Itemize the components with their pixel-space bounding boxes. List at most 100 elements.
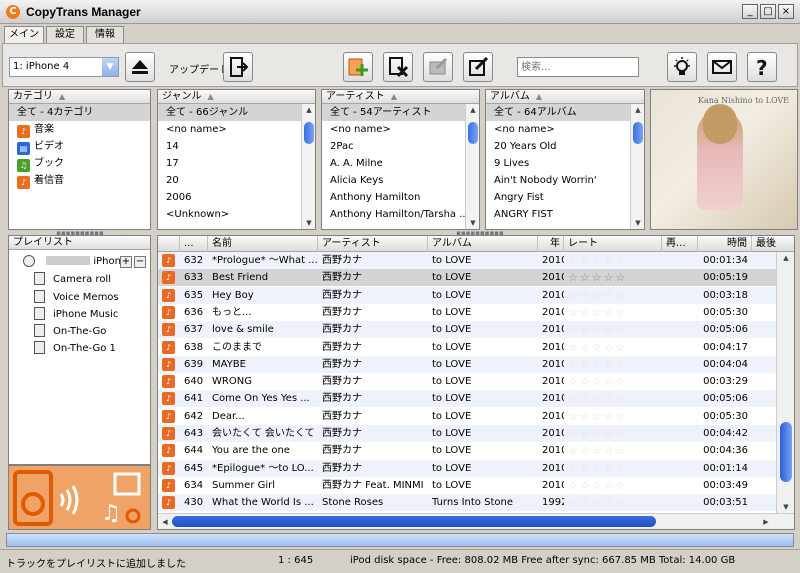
genre-item[interactable]: 2006 (158, 189, 315, 206)
scroll-down-icon[interactable]: ▼ (467, 217, 479, 229)
table-row[interactable]: ♪ 632 *Prologue* ～What ... 西野カナ to LOVE 2010 ☆… (158, 252, 778, 269)
column-icon[interactable] (158, 236, 180, 252)
minimize-button[interactable]: _ (742, 4, 758, 19)
table-row[interactable]: ♪ 637 love & smile 西野カナ to LOVE 2010 ☆☆☆☆☆ 00:0… (158, 321, 778, 339)
eject-button[interactable] (125, 52, 155, 82)
search-input[interactable] (517, 57, 639, 77)
artist-item[interactable]: <no name> (322, 121, 479, 138)
rating-stars-icon[interactable]: ☆☆☆☆☆ (568, 462, 627, 475)
album-item[interactable]: 20 Years Old (486, 138, 644, 155)
table-row[interactable]: ♪ 644 You are the one 西野カナ to LOVE 2010 ☆☆☆☆☆ 0… (158, 442, 778, 459)
table-row[interactable]: ♪ 633 Best Friend 西野カナ to LOVE 2010 ☆☆☆☆☆ 00:05… (158, 269, 778, 287)
contact-button[interactable] (707, 52, 737, 82)
playlist-item-voice-memos[interactable]: Voice Memos (34, 290, 119, 306)
tracks-horizontal-scrollbar[interactable]: ◀ ▶ (158, 513, 794, 529)
artist-item[interactable]: A. A. Milne (322, 155, 479, 172)
genre-header[interactable]: ジャンル ▲ (158, 90, 315, 104)
scroll-down-icon[interactable]: ▼ (303, 217, 315, 229)
category-item-video[interactable]: ▤ ビデオ (9, 138, 150, 155)
tips-button[interactable] (667, 52, 697, 82)
category-item-all[interactable]: 全て - 4カテゴリ (9, 104, 150, 121)
scroll-down-icon[interactable]: ▼ (632, 217, 644, 229)
table-row[interactable]: ♪ 639 MAYBE 西野カナ to LOVE 2010 ☆☆☆☆☆ 00:04:04 (158, 355, 778, 373)
column-name[interactable]: 名前 (208, 236, 318, 252)
genre-item[interactable]: 全て - 66ジャンル (158, 104, 315, 121)
close-button[interactable]: × (778, 4, 794, 19)
rating-stars-icon[interactable]: ☆☆☆☆☆ (568, 341, 627, 354)
rating-stars-icon[interactable]: ☆☆☆☆☆ (568, 496, 627, 509)
artist-header[interactable]: アーティスト ▲ (322, 90, 479, 104)
add-tracks-button[interactable] (343, 52, 373, 82)
column-rating[interactable]: レート (564, 236, 662, 252)
scroll-thumb[interactable] (633, 122, 643, 144)
album-item[interactable]: 9 Lives (486, 155, 644, 172)
category-item-ringtone[interactable]: ♪ 着信音 (9, 172, 150, 189)
device-select[interactable]: 1: iPhone 4 ▼ (9, 57, 119, 77)
rating-stars-icon[interactable]: ☆☆☆☆☆ (568, 375, 627, 388)
scroll-left-icon[interactable]: ◀ (159, 516, 171, 528)
table-row[interactable]: ♪ 640 WRONG 西野カナ to LOVE 2010 ☆☆☆☆☆ 00:03:29 (158, 373, 778, 390)
table-row[interactable]: ♪ 634 Summer Girl 西野カナ Feat. MINMI to LOVE 20… (158, 477, 778, 494)
genre-item[interactable]: <no name> (158, 121, 315, 138)
playlist-item-on-the-go[interactable]: On-The-Go (34, 324, 106, 340)
playlist-item-camera-roll[interactable]: Camera roll (34, 272, 111, 288)
genre-scrollbar[interactable]: ▲ ▼ (301, 104, 315, 229)
tab-settings[interactable]: 設定 (46, 26, 84, 43)
tab-info[interactable]: 情報 (86, 26, 124, 43)
artist-item[interactable]: 2Pac (322, 138, 479, 155)
table-row[interactable]: ♪ 430 What the World Is ... Stone Roses Turn… (158, 494, 778, 512)
delete-tracks-button[interactable] (383, 52, 413, 82)
rating-stars-icon[interactable]: ☆☆☆☆☆ (568, 392, 627, 405)
scroll-up-icon[interactable]: ▲ (467, 104, 479, 116)
playlist-device[interactable]: iPhone (23, 254, 127, 270)
update-button[interactable] (223, 52, 253, 82)
rating-stars-icon[interactable]: ☆☆☆☆☆ (568, 254, 627, 267)
album-item[interactable]: Angry Fist (486, 189, 644, 206)
playlist-item-iphone-music[interactable]: iPhone Music (34, 307, 118, 323)
table-row[interactable]: ♪ 643 会いたくて 会いたくて西野カナ to LOVE 2010 ☆☆☆☆☆ 00:04… (158, 425, 778, 442)
category-item-book[interactable]: ♫ ブック (9, 155, 150, 172)
column-artist[interactable]: アーティスト (318, 236, 428, 252)
table-row[interactable]: ♪ 645 *Epilogue* ～to LO... 西野カナ to LOVE 2010 ☆… (158, 459, 778, 477)
category-header[interactable]: カテゴリ ▲ (9, 90, 150, 104)
rating-stars-icon[interactable]: ☆☆☆☆☆ (568, 323, 627, 336)
genre-item[interactable]: 20 (158, 172, 315, 189)
table-row[interactable]: ♪ 638 このままで 西野カナ to LOVE 2010 ☆☆☆☆☆ 00:04:17 (158, 339, 778, 356)
rating-stars-icon[interactable]: ☆☆☆☆☆ (568, 427, 627, 440)
table-row[interactable]: ♪ 635 Hey Boy 西野カナ to LOVE 2010 ☆☆☆☆☆ 00:03:18 (158, 286, 778, 304)
scroll-right-icon[interactable]: ▶ (760, 516, 772, 528)
genre-item[interactable]: 17 (158, 155, 315, 172)
album-header[interactable]: アルバム ▲ (486, 90, 644, 104)
edit-artwork-button[interactable] (423, 52, 453, 82)
rating-stars-icon[interactable]: ☆☆☆☆☆ (568, 271, 627, 284)
tab-main[interactable]: メイン (4, 26, 44, 43)
column-time[interactable]: 時間 (698, 236, 752, 252)
category-item-music[interactable]: ♪ 音楽 (9, 121, 150, 138)
rating-stars-icon[interactable]: ☆☆☆☆☆ (568, 358, 627, 371)
rating-stars-icon[interactable]: ☆☆☆☆☆ (568, 479, 627, 492)
playlist-item-on-the-go-1[interactable]: On-The-Go 1 (34, 341, 116, 357)
scroll-thumb[interactable] (304, 122, 314, 144)
genre-item[interactable]: <Unknown> (158, 206, 315, 223)
help-button[interactable]: ? (747, 52, 777, 82)
rating-stars-icon[interactable]: ☆☆☆☆☆ (568, 444, 627, 457)
genre-item[interactable]: 14 (158, 138, 315, 155)
maximize-button[interactable]: □ (760, 4, 776, 19)
rating-stars-icon[interactable]: ☆☆☆☆☆ (568, 289, 627, 302)
album-item[interactable]: <no name> (486, 121, 644, 138)
rating-stars-icon[interactable]: ☆☆☆☆☆ (568, 306, 627, 319)
column-album[interactable]: アルバム (428, 236, 538, 252)
column-number[interactable]: ... (180, 236, 208, 252)
album-scrollbar[interactable]: ▲ ▼ (630, 104, 644, 229)
column-play-count[interactable]: 再... (662, 236, 698, 252)
edit-tags-button[interactable] (463, 52, 493, 82)
artist-item[interactable]: Anthony Hamilton (322, 189, 479, 206)
rating-stars-icon[interactable]: ☆☆☆☆☆ (568, 410, 627, 423)
artist-item[interactable]: Anthony Hamilton/Tarsha ... (322, 206, 479, 223)
table-row[interactable]: ♪ 636 もっと... 西野カナ to LOVE 2010 ☆☆☆☆☆ 00:05:30 (158, 304, 778, 321)
scroll-thumb[interactable] (780, 422, 792, 482)
add-playlist-button[interactable]: + (120, 256, 132, 268)
column-year[interactable]: 年 (538, 236, 564, 252)
scroll-down-icon[interactable]: ▼ (780, 501, 792, 513)
scroll-up-icon[interactable]: ▲ (632, 104, 644, 116)
